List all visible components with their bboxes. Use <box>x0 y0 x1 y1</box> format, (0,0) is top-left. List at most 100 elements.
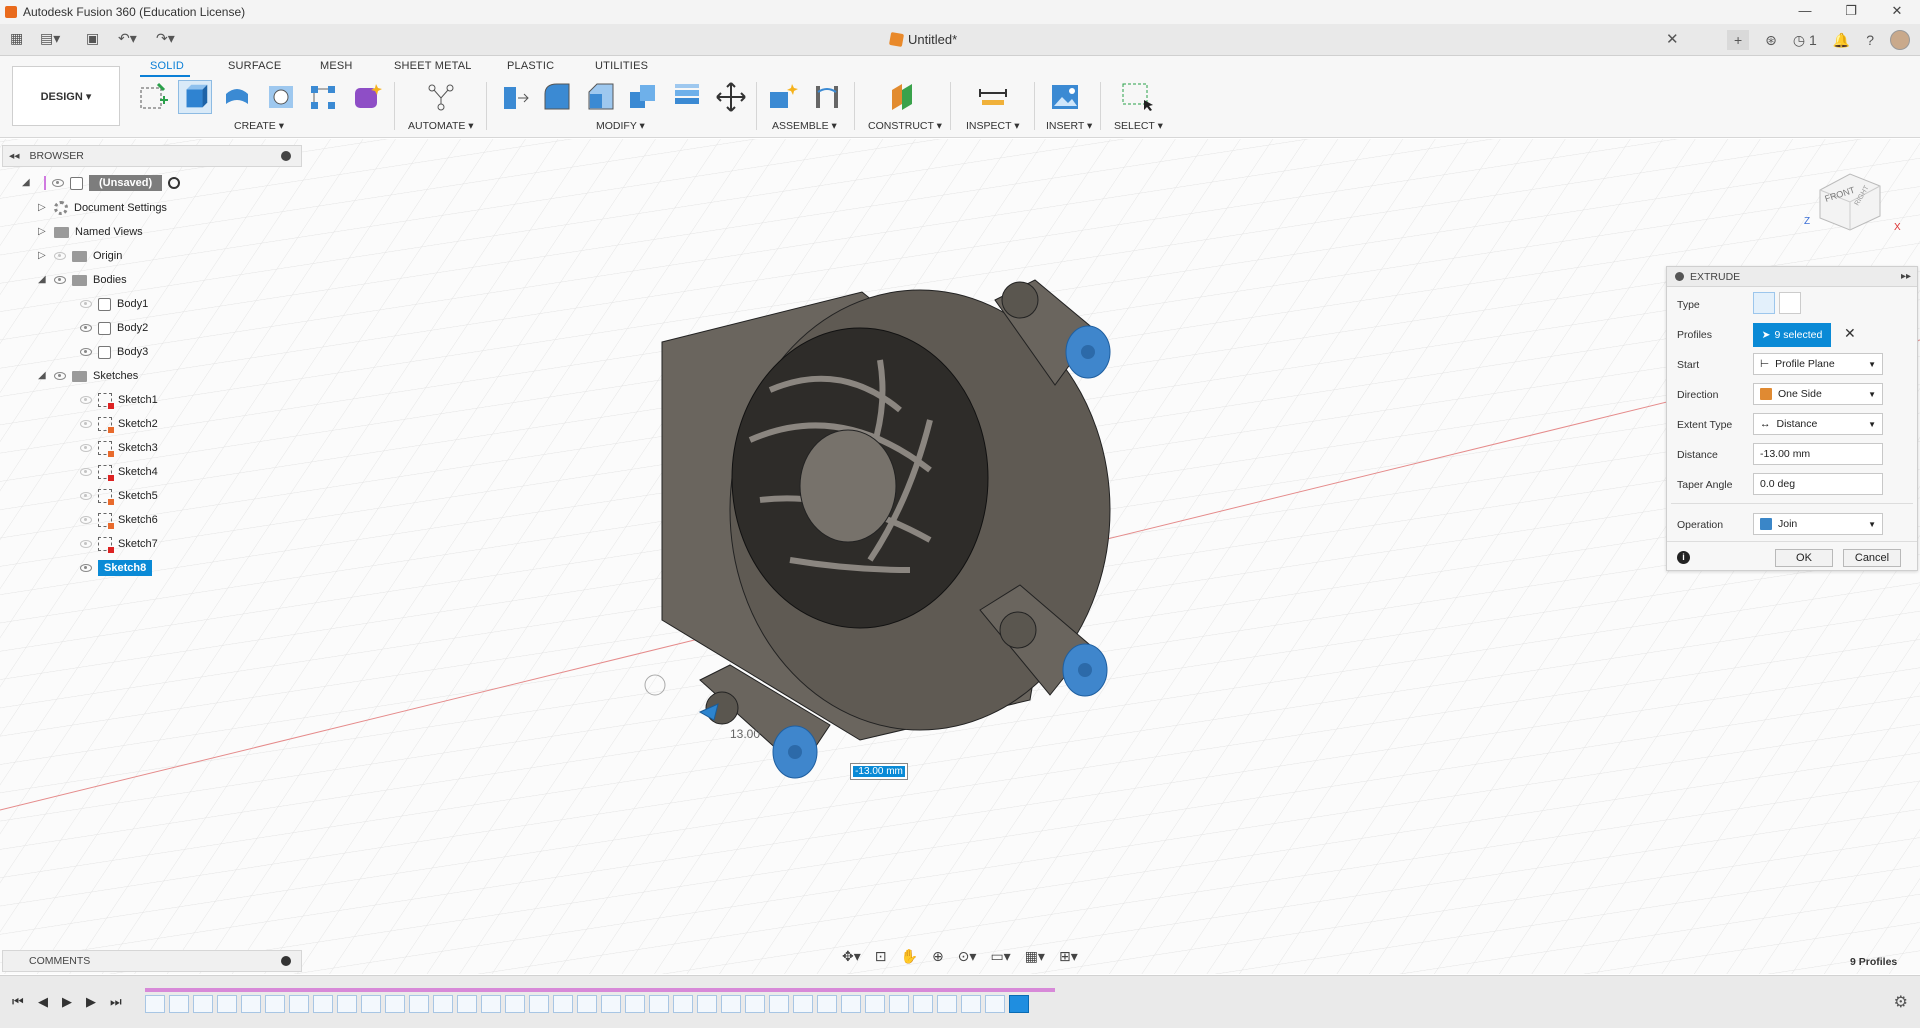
collapse-triangle-icon[interactable]: ◢ <box>38 371 48 381</box>
cancel-button[interactable]: Cancel <box>1843 549 1901 567</box>
step-back-icon[interactable]: ◀ <box>38 994 48 1010</box>
look-at-icon[interactable]: ⊡ <box>875 948 887 965</box>
add-comment-icon[interactable] <box>281 956 291 966</box>
distance-field[interactable]: -13.00 mm <box>1753 443 1883 465</box>
tree-item-named-views[interactable]: ▷ Named Views <box>38 222 143 242</box>
save-icon[interactable]: ▣ <box>86 30 99 47</box>
visibility-eye-icon[interactable] <box>80 396 92 404</box>
window-select-icon[interactable] <box>1120 80 1154 114</box>
visibility-eye-icon[interactable] <box>80 516 92 524</box>
expand-dialog-icon[interactable]: ▸▸ <box>1901 271 1911 282</box>
zoom-icon[interactable]: ⊕ <box>932 948 944 965</box>
tree-item-origin[interactable]: ▷ Origin <box>38 246 122 266</box>
combine-icon[interactable] <box>670 80 704 114</box>
tree-item-sketch5[interactable]: Sketch5 <box>80 486 158 506</box>
timeline-feature[interactable] <box>913 995 933 1013</box>
dialog-minimize-icon[interactable] <box>1675 272 1684 281</box>
offset-plane-icon[interactable] <box>886 80 920 114</box>
expand-triangle-icon[interactable]: ▷ <box>38 203 48 213</box>
timeline-feature[interactable] <box>289 995 309 1013</box>
timeline-feature[interactable] <box>625 995 645 1013</box>
timeline-feature[interactable] <box>505 995 525 1013</box>
timeline-feature[interactable] <box>409 995 429 1013</box>
visibility-eye-icon[interactable] <box>80 492 92 500</box>
timeline-feature[interactable] <box>337 995 357 1013</box>
app-grid-icon[interactable]: ▦ <box>10 30 23 47</box>
tree-item-sketch6[interactable]: Sketch6 <box>80 510 158 530</box>
visibility-eye-icon[interactable] <box>80 324 92 332</box>
move-copy-icon[interactable] <box>714 80 748 114</box>
timeline-feature[interactable] <box>385 995 405 1013</box>
hole-icon[interactable] <box>264 80 298 114</box>
tree-item-sketch7[interactable]: Sketch7 <box>80 534 158 554</box>
visibility-eye-icon[interactable] <box>52 179 64 187</box>
timeline-settings-gear-icon[interactable]: ⚙ <box>1894 992 1908 1012</box>
insert-image-icon[interactable] <box>1048 80 1082 114</box>
tab-surface[interactable]: SURFACE <box>228 60 281 72</box>
visibility-eye-icon[interactable] <box>80 348 92 356</box>
expand-triangle-icon[interactable]: ▷ <box>38 251 48 261</box>
help-icon[interactable]: ? <box>1866 32 1874 48</box>
tree-item-sketch8[interactable]: Sketch8 <box>80 558 153 578</box>
timeline-feature[interactable] <box>433 995 453 1013</box>
collapse-triangle-icon[interactable]: ◢ <box>22 178 32 188</box>
timeline-feature[interactable] <box>649 995 669 1013</box>
press-pull-icon[interactable] <box>498 80 532 114</box>
visibility-eye-icon[interactable] <box>80 540 92 548</box>
type-thin-button[interactable] <box>1779 292 1801 314</box>
visibility-eye-icon[interactable] <box>54 252 66 260</box>
modify-group-label[interactable]: MODIFY ▾ <box>596 120 645 132</box>
timeline-feature[interactable] <box>217 995 237 1013</box>
notifications-bell-icon[interactable]: 🔔 <box>1833 32 1850 49</box>
new-tab-plus-icon[interactable]: + <box>1727 30 1750 50</box>
go-to-start-icon[interactable]: ⏮ <box>12 994 24 1010</box>
timeline-feature[interactable] <box>361 995 381 1013</box>
tab-mesh[interactable]: MESH <box>320 60 353 72</box>
pan-hand-icon[interactable]: ✋ <box>901 948 918 965</box>
type-solid-button[interactable] <box>1753 292 1775 314</box>
clear-selection-icon[interactable]: ✕ <box>1844 325 1856 342</box>
user-avatar[interactable] <box>1890 30 1910 50</box>
extent-type-dropdown[interactable]: ↔ Distance ▼ <box>1753 413 1883 435</box>
tab-plastic[interactable]: PLASTIC <box>507 60 554 72</box>
visibility-eye-icon[interactable] <box>80 444 92 452</box>
file-menu-icon[interactable]: ▤▾ <box>40 30 60 47</box>
tab-solid[interactable]: SOLID <box>150 60 184 72</box>
tab-sheet-metal[interactable]: SHEET METAL <box>394 60 472 72</box>
timeline-feature[interactable] <box>577 995 597 1013</box>
undo-icon[interactable]: ↶▾ <box>118 30 137 47</box>
timeline-feature[interactable] <box>865 995 885 1013</box>
distance-input[interactable]: -13.00 mm <box>850 763 908 780</box>
tree-item-body1[interactable]: Body1 <box>80 294 148 314</box>
timeline-feature[interactable] <box>793 995 813 1013</box>
new-component-icon[interactable] <box>766 80 800 114</box>
inspect-group-label[interactable]: INSPECT ▾ <box>966 120 1020 132</box>
timeline-feature[interactable] <box>193 995 213 1013</box>
timeline-feature[interactable] <box>457 995 477 1013</box>
profiles-selection-button[interactable]: ➤ 9 selected <box>1753 323 1831 347</box>
extrude-icon[interactable] <box>178 80 212 114</box>
timeline-feature[interactable] <box>937 995 957 1013</box>
orbit-icon[interactable]: ✥▾ <box>842 948 861 965</box>
go-to-end-icon[interactable]: ⏭ <box>110 994 122 1010</box>
play-icon[interactable]: ▶ <box>62 994 72 1010</box>
direction-dropdown[interactable]: One Side ▼ <box>1753 383 1883 405</box>
select-group-label[interactable]: SELECT ▾ <box>1114 120 1163 132</box>
tree-root[interactable]: ◢ (Unsaved) <box>22 173 181 193</box>
timeline-feature[interactable] <box>889 995 909 1013</box>
display-settings-icon[interactable]: ▭▾ <box>990 948 1010 965</box>
viewcube[interactable]: FRONT RIGHT Z X <box>1796 150 1906 240</box>
comments-panel[interactable]: COMMENTS <box>2 950 302 972</box>
timeline-feature[interactable] <box>817 995 837 1013</box>
redo-icon[interactable]: ↷▾ <box>156 30 175 47</box>
visibility-eye-icon[interactable] <box>80 468 92 476</box>
timeline-feature-current[interactable] <box>1009 995 1029 1013</box>
tree-item-document-settings[interactable]: ▷ Document Settings <box>38 198 167 218</box>
chamfer-icon[interactable] <box>584 80 618 114</box>
visibility-eye-icon[interactable] <box>80 564 92 572</box>
tree-item-sketch4[interactable]: Sketch4 <box>80 462 158 482</box>
timeline-feature[interactable] <box>265 995 285 1013</box>
timeline-feature[interactable] <box>169 995 189 1013</box>
timeline-feature[interactable] <box>241 995 261 1013</box>
tree-item-sketches[interactable]: ◢ Sketches <box>38 366 138 386</box>
